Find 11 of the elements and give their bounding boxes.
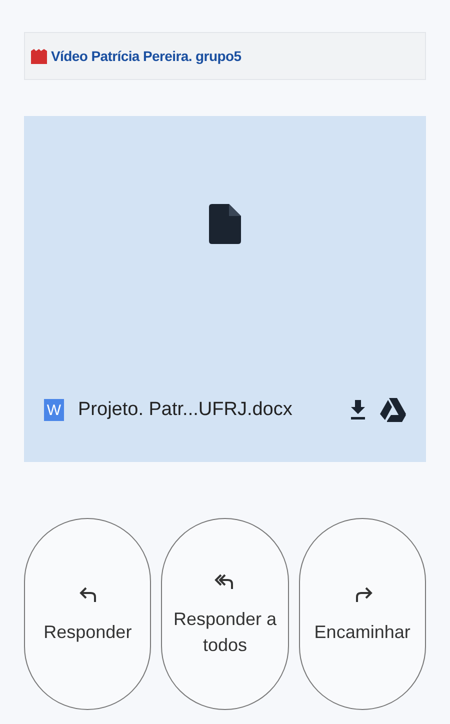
- reply-button[interactable]: Responder: [24, 518, 152, 710]
- reply-all-button[interactable]: Responder a todos: [161, 518, 289, 710]
- document-icon: [209, 204, 241, 244]
- attachment-card[interactable]: W Projeto. Patr...UFRJ.docx: [24, 116, 426, 462]
- drive-icon[interactable]: [380, 398, 406, 422]
- forward-button[interactable]: Encaminhar: [298, 518, 426, 710]
- video-link[interactable]: Vídeo Patrícia Pereira. grupo5: [51, 48, 242, 64]
- file-name: Projeto. Patr...UFRJ.docx: [78, 399, 294, 421]
- word-file-icon: W: [44, 399, 64, 421]
- download-icon[interactable]: [350, 400, 366, 420]
- video-clip-icon: [31, 48, 47, 64]
